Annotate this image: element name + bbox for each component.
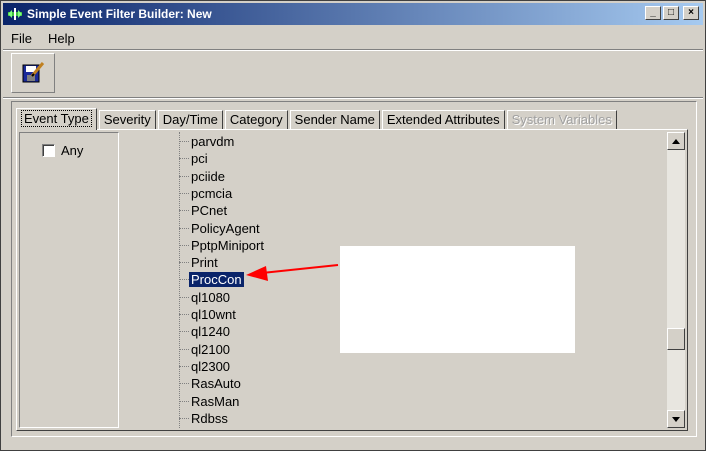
tree-item-label: ql1240 — [191, 324, 231, 340]
any-pane: Any — [19, 132, 119, 428]
tree-item-label: ProcCon — [189, 272, 244, 288]
tab-day-time[interactable]: Day/Time — [157, 110, 223, 130]
menu-help[interactable]: Help — [40, 31, 83, 46]
tree-item[interactable]: pciide — [179, 168, 227, 185]
tree-item-label: PptpMiniport — [191, 237, 264, 253]
save-button[interactable] — [11, 53, 55, 93]
tab-severity[interactable]: Severity — [98, 110, 156, 130]
tree-branch-line — [179, 348, 189, 350]
tab-label: Event Type — [21, 110, 92, 127]
tree-item[interactable]: pcmcia — [179, 185, 234, 202]
tree-branch-line — [179, 175, 189, 177]
toolbar-divider — [3, 49, 703, 51]
arrow-up-icon — [672, 138, 680, 144]
menu-file[interactable]: File — [3, 31, 40, 46]
vertical-scrollbar[interactable] — [667, 132, 685, 428]
tree-item-label: ql2300 — [191, 358, 231, 374]
tree-branch-line — [179, 331, 189, 333]
tree-branch-line — [179, 192, 189, 194]
tree-item-label: RasAuto — [191, 376, 241, 392]
tree-item-label: Print — [191, 255, 218, 271]
tree-item[interactable]: RasAuto — [179, 375, 243, 392]
tab-extended-attributes[interactable]: Extended Attributes — [381, 110, 505, 130]
tree-branch-line — [179, 158, 189, 160]
tree-item[interactable]: Print — [179, 254, 220, 271]
any-checkbox[interactable] — [42, 144, 55, 157]
tree-branch-line — [179, 141, 189, 142]
tree-item[interactable]: ql2300 — [179, 358, 232, 375]
tree-item-label: PCnet — [191, 203, 228, 219]
tree-item[interactable]: ql1240 — [179, 323, 232, 340]
tree-item[interactable]: Rdbss — [179, 410, 230, 427]
tree-item[interactable]: ql2100 — [179, 341, 232, 358]
tree-item[interactable]: RasMan — [179, 393, 241, 410]
tree-item[interactable]: ql10wnt — [179, 306, 238, 323]
tree-branch-line — [179, 279, 189, 281]
tab-row: Event Type Severity Day/Time Category Se… — [16, 108, 619, 130]
tab-category[interactable]: Category — [224, 110, 288, 130]
tree-item-label: RasMan — [191, 393, 240, 409]
tree-branch-line — [179, 244, 189, 246]
tree-item[interactable]: PolicyAgent — [179, 220, 262, 237]
tree-branch-line — [179, 417, 189, 419]
title-bar[interactable]: Simple Event Filter Builder: New _ □ × — [3, 3, 703, 25]
maximize-button[interactable]: □ — [663, 6, 679, 20]
tree-item-label: pcmcia — [191, 185, 233, 201]
menu-bar: File Help — [3, 27, 83, 49]
app-window: Simple Event Filter Builder: New _ □ × F… — [0, 0, 706, 451]
any-label: Any — [61, 143, 84, 158]
tree-item-label: Rdbss — [191, 410, 228, 426]
tree-item[interactable]: PCnet — [179, 202, 229, 219]
callout-box — [340, 246, 575, 353]
tree-branch-line — [179, 383, 189, 385]
window-title: Simple Event Filter Builder: New — [27, 7, 212, 21]
tree-item[interactable]: ql1080 — [179, 289, 232, 306]
scroll-thumb[interactable] — [667, 328, 685, 350]
scroll-down-button[interactable] — [667, 410, 685, 428]
tree-item-label: ql2100 — [191, 341, 231, 357]
tree-item[interactable]: PptpMiniport — [179, 237, 266, 254]
any-option[interactable]: Any — [42, 143, 83, 158]
tree-item[interactable]: ProcCon — [179, 271, 244, 288]
tree-item-label: PolicyAgent — [191, 220, 260, 236]
tree-branch-line — [179, 210, 189, 212]
tab-system-variables: System Variables — [506, 110, 617, 130]
scroll-up-button[interactable] — [667, 132, 685, 150]
tree-item-label: ql1080 — [191, 289, 231, 305]
tree-item-label: ql10wnt — [191, 307, 236, 322]
arrow-down-icon — [672, 416, 680, 422]
tree-item[interactable]: pci — [179, 150, 210, 167]
tab-event-type[interactable]: Event Type — [16, 108, 97, 130]
toolbar-divider-bottom — [3, 97, 703, 99]
tree-branch-line — [179, 314, 189, 315]
tree-item-label: parvdm — [191, 134, 235, 149]
tree-branch-line — [179, 227, 189, 229]
tree-item-label: pciide — [191, 168, 225, 184]
close-button[interactable]: × — [683, 6, 699, 20]
save-edit-icon — [22, 62, 45, 83]
tree-branch-line — [179, 296, 189, 298]
tree-branch-line — [179, 400, 189, 402]
minimize-button[interactable]: _ — [645, 6, 661, 20]
tree-item-label: pci — [191, 151, 208, 167]
tree-branch-line — [179, 262, 189, 264]
tree-branch-line — [179, 365, 189, 367]
app-icon — [8, 8, 22, 20]
tab-sender-name[interactable]: Sender Name — [289, 110, 380, 130]
tree-item[interactable]: parvdm — [179, 133, 236, 150]
